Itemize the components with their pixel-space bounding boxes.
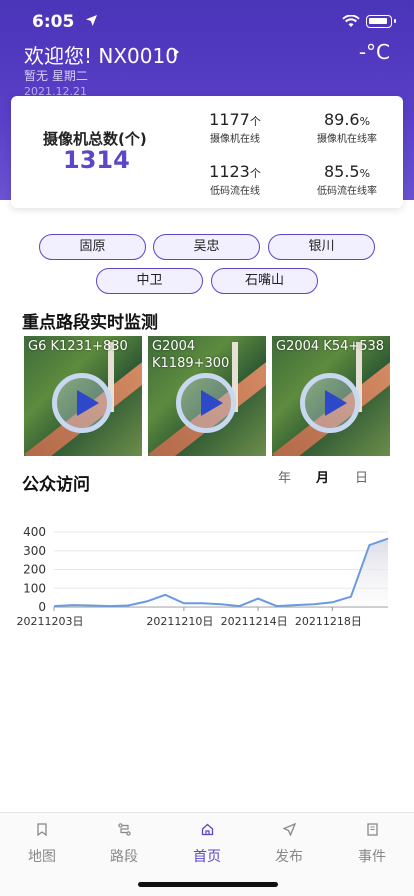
video-title: G6 K1231+830 — [28, 339, 128, 354]
caret-right-icon[interactable] — [174, 48, 179, 56]
temperature: -°C — [358, 40, 390, 64]
tab-event[interactable]: 事件 — [331, 813, 413, 873]
stat-lowrate-online-rate: 85.5% 低码流在线率 — [307, 162, 387, 197]
period-tab-year[interactable]: 年 — [278, 467, 291, 486]
stat-value: 1177 — [209, 110, 250, 129]
video-thumbnail[interactable]: G2004 K54+538 — [272, 336, 390, 456]
wifi-icon — [342, 15, 360, 27]
visits-chart: 0 100 200 300 400 20211203日 20211210日 20211214日… — [17, 525, 389, 628]
route-icon — [118, 823, 131, 836]
tab-label: 路段 — [110, 849, 138, 865]
play-icon[interactable] — [176, 373, 236, 433]
tab-label: 发布 — [275, 849, 303, 865]
tab-label: 首页 — [193, 849, 221, 865]
y-tick-label: 0 — [38, 600, 46, 614]
greeting-text[interactable]: 欢迎您! NX0010 — [24, 40, 178, 69]
period-tab-day[interactable]: 日 — [355, 467, 368, 486]
stat-unit: 个 — [249, 167, 261, 180]
weather-text: 暂无 星期二 — [24, 69, 88, 83]
y-tick-label: 100 — [23, 581, 46, 595]
stat-unit: 个 — [249, 115, 261, 128]
stat-unit: % — [359, 115, 371, 128]
play-icon[interactable] — [300, 373, 360, 433]
region-button-wuzhong[interactable]: 吴忠 — [153, 234, 260, 260]
tab-map[interactable]: 地图 — [1, 813, 83, 873]
stat-label: 摄像机在线 — [210, 134, 260, 145]
tab-label: 地图 — [28, 849, 56, 865]
video-title: G2004 K1189+300 — [152, 339, 230, 371]
video-title: G2004 K54+538 — [276, 339, 385, 354]
event-icon — [367, 823, 378, 836]
monitor-section-title: 重点路段实时监测 — [22, 313, 158, 333]
tab-route[interactable]: 路段 — [83, 813, 165, 873]
stat-label: 摄像机在线率 — [317, 134, 377, 145]
y-tick-label: 300 — [23, 544, 46, 558]
x-tick-label: 20211214日 — [221, 615, 288, 628]
stat-label: 低码流在线 — [210, 186, 260, 197]
stat-lowrate-online: 1123个 低码流在线 — [195, 162, 275, 197]
send-icon — [283, 823, 296, 836]
play-icon[interactable] — [52, 373, 112, 433]
region-button-guyuan[interactable]: 固原 — [39, 234, 146, 260]
chart-area — [54, 538, 388, 607]
map-icon — [37, 823, 47, 836]
tab-home[interactable]: 首页 — [166, 813, 248, 873]
stat-camera-online-rate: 89.6% 摄像机在线率 — [307, 110, 387, 145]
battery-icon — [366, 15, 396, 28]
stat-value: 1123 — [209, 162, 250, 181]
x-tick-label: 20211210日 — [146, 615, 213, 628]
home-indicator — [138, 882, 278, 887]
visits-section-title: 公众访问 — [22, 475, 90, 495]
chart-series-line — [53, 537, 389, 608]
stat-label: 低码流在线率 — [317, 186, 377, 197]
y-tick-label: 400 — [23, 525, 46, 539]
location-arrow-icon — [86, 15, 97, 26]
stat-camera-online: 1177个 摄像机在线 — [195, 110, 275, 145]
status-time: 6:05 — [32, 12, 75, 32]
stat-unit: % — [359, 167, 371, 180]
period-tab-month[interactable]: 月 — [316, 467, 329, 486]
stat-value: 85.5 — [323, 162, 360, 181]
stat-value: 89.6 — [323, 110, 360, 129]
y-tick-label: 200 — [23, 563, 46, 577]
tab-publish[interactable]: 发布 — [248, 813, 330, 873]
region-button-shizuishan[interactable]: 石嘴山 — [211, 268, 318, 294]
region-button-yinchuan[interactable]: 银川 — [268, 234, 375, 260]
camera-total-value: 1314 — [63, 146, 130, 174]
video-thumbnail[interactable]: G2004 K1189+300 — [148, 336, 266, 456]
x-tick-label: 20211218日 — [295, 615, 362, 628]
region-button-zhongwei[interactable]: 中卫 — [96, 268, 203, 294]
status-bar: 6:05 — [0, 0, 414, 44]
tab-label: 事件 — [358, 849, 386, 865]
x-tick-label: 20211203日 — [17, 615, 84, 628]
video-thumbnail[interactable]: G6 K1231+830 — [24, 336, 142, 456]
camera-summary-card: 摄像机总数(个) 1314 1177个 摄像机在线 89.6% 摄像机在线率 1… — [11, 96, 403, 208]
home-icon — [201, 823, 214, 836]
